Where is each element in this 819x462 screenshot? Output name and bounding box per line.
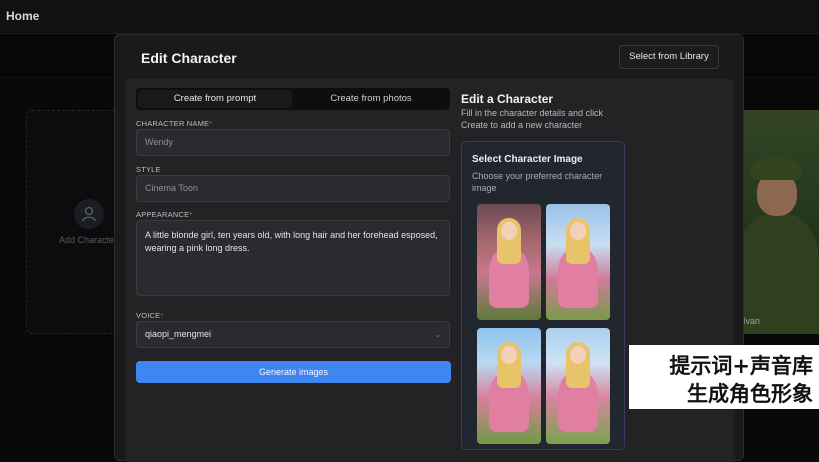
thumb-4-head (570, 346, 586, 364)
style-input[interactable]: Cinema Toon (136, 175, 450, 202)
tab-create-from-photos[interactable]: Create from photos (294, 90, 448, 108)
character-image-option-3[interactable] (477, 328, 541, 444)
style-label: STYLE (136, 165, 161, 174)
top-bar: Home (0, 0, 819, 34)
edit-a-character-title: Edit a Character (461, 92, 554, 106)
voice-select-value: qiaopi_mengmei (145, 329, 212, 339)
character-image-option-4[interactable] (546, 328, 610, 444)
thumb-2-head (570, 222, 586, 240)
edit-a-character-description: Fill in the character details and click … (461, 108, 604, 130)
create-mode-tabs: Create from prompt Create from photos (136, 88, 450, 110)
select-from-library-button[interactable]: Select from Library (619, 45, 719, 69)
voice-label: VOICE* (136, 311, 164, 320)
caption-line-1: 提示词+声音库 (669, 354, 813, 378)
thumb-3-head (501, 346, 517, 364)
image-card-description: Choose your preferred character image (472, 171, 603, 193)
video-caption: 提示词+声音库 生成角色形象 (629, 345, 819, 409)
select-character-image-card: Select Character Image Choose your prefe… (461, 141, 625, 450)
caption-line-2: 生成角色形象 (687, 382, 813, 406)
character-image-option-1[interactable] (477, 204, 541, 320)
character-image-option-2[interactable] (546, 204, 610, 320)
character-name-label: CHARACTER NAME* (136, 119, 213, 128)
thumb-1-head (501, 222, 517, 240)
image-card-title: Select Character Image (472, 154, 583, 165)
chevron-down-icon: ⌄ (434, 330, 441, 339)
modal-title: Edit Character (141, 50, 237, 66)
home-label[interactable]: Home (6, 9, 39, 23)
tab-create-from-prompt[interactable]: Create from prompt (138, 90, 292, 108)
voice-select[interactable]: qiaopi_mengmei ⌄ (136, 321, 450, 348)
appearance-label: APPEARANCE* (136, 210, 193, 219)
appearance-textarea[interactable]: A little blonde girl, ten years old, wit… (136, 220, 450, 296)
character-name-input[interactable]: Wendy (136, 129, 450, 156)
generate-images-button[interactable]: Generate images (136, 361, 451, 383)
